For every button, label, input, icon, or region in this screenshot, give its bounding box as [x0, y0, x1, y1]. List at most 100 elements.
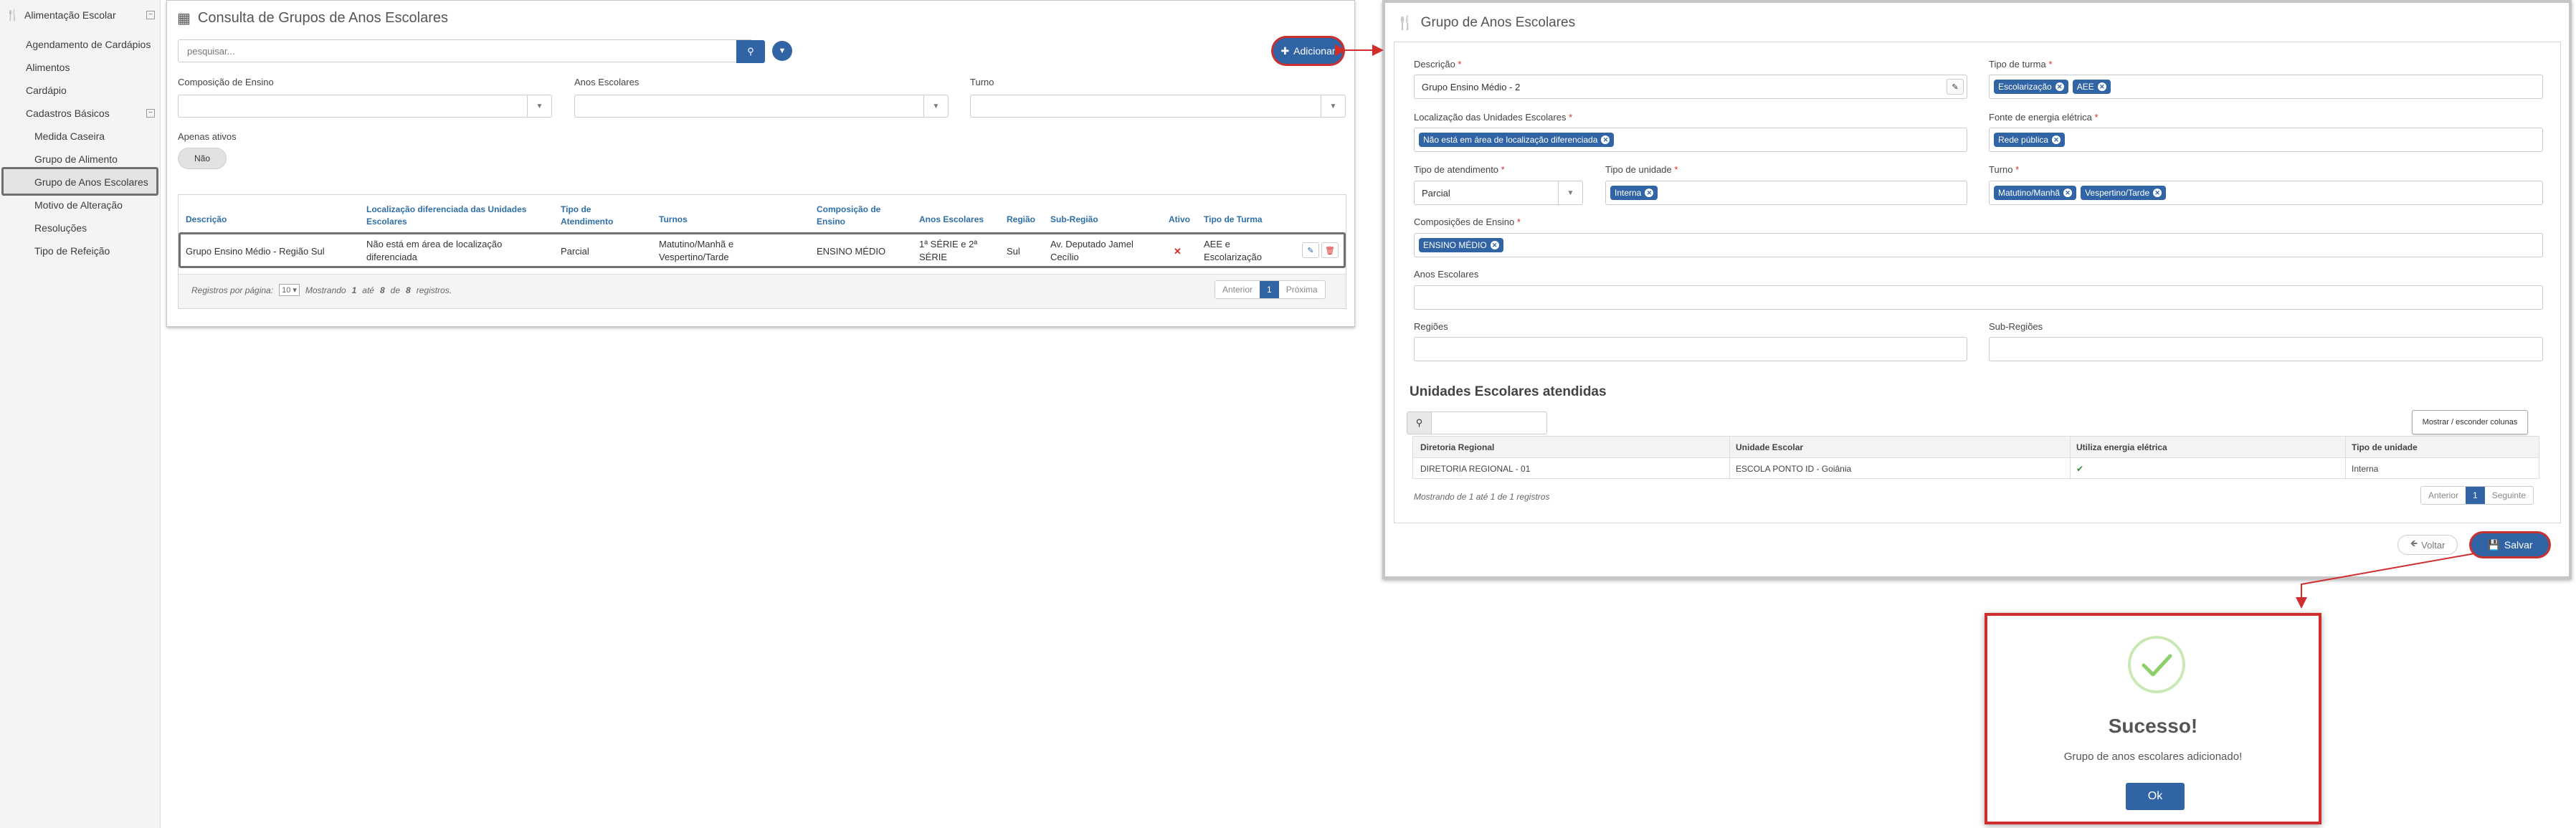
pager-page-1[interactable]: 1	[2466, 487, 2485, 504]
edit-icon[interactable]: ✎	[1947, 79, 1964, 95]
col-descricao[interactable]: Descrição	[186, 214, 227, 226]
sidebar-item-motivo-alteracao[interactable]: Motivo de Alteração	[34, 196, 123, 214]
chip-label: Interna	[1615, 188, 1642, 198]
edit-row-button[interactable]: ✎	[1302, 242, 1319, 258]
sidebar-item-medida-caseira[interactable]: Medida Caseira	[34, 128, 105, 145]
chip-escolarizacao[interactable]: Escolarização ✕	[1994, 80, 2068, 94]
col-turnos[interactable]: Turnos	[659, 214, 688, 226]
close-icon[interactable]: ✕	[1645, 189, 1654, 197]
pager-next[interactable]: Próxima	[1278, 281, 1325, 298]
chip-matutino[interactable]: Matutino/Manhã ✕	[1994, 186, 2077, 200]
sidebar-item-grupo-anos-escolares[interactable]: Grupo de Anos Escolares	[34, 173, 148, 191]
form-panel-header: 🍴 Grupo de Anos Escolares	[1397, 14, 1575, 32]
results-table: Descrição Localização diferenciada das U…	[178, 194, 1346, 309]
col-tipo-turma[interactable]: Tipo de Turma	[1204, 214, 1263, 226]
sidebar-item-tipo-refeicao[interactable]: Tipo de Refeição	[34, 242, 110, 260]
close-icon[interactable]: ✕	[2055, 82, 2064, 91]
subregioes-field[interactable]	[1989, 337, 2543, 361]
fonte-label-text: Fonte de energia elétrica	[1989, 112, 2092, 123]
descricao-field[interactable]: Grupo Ensino Médio - 2 ✎	[1414, 75, 1967, 99]
chip-ensino-medio[interactable]: ENSINO MÉDIO ✕	[1419, 238, 1503, 252]
search-button[interactable]: ⚲	[736, 40, 765, 63]
pager-page-1[interactable]: 1	[1260, 281, 1279, 298]
column-divider	[1729, 437, 1730, 480]
list-panel-title: Consulta de Grupos de Anos Escolares	[197, 10, 448, 26]
pager-prev[interactable]: Anterior	[2421, 487, 2466, 504]
salvar-button[interactable]: 💾 Salvar	[2471, 533, 2549, 556]
search-box: ⚲	[178, 39, 765, 63]
chip-interna[interactable]: Interna ✕	[1610, 186, 1658, 200]
col-tipo-unidade[interactable]: Tipo de unidade	[2352, 442, 2418, 452]
ok-button[interactable]: Ok	[2126, 783, 2185, 810]
col-composicao[interactable]: Composição de Ensino	[817, 204, 895, 228]
add-button[interactable]: ✚ Adicionar	[1273, 38, 1343, 64]
cell-turnos: Matutino/Manhã e Vespertino/Tarde	[659, 239, 734, 262]
pager-prev[interactable]: Anterior	[1215, 281, 1260, 298]
tipo-turma-field[interactable]: Escolarização ✕ AEE ✕	[1989, 75, 2543, 99]
descricao-value: Grupo Ensino Médio - 2	[1422, 81, 1521, 92]
sidebar-group-cadastros[interactable]: Cadastros Básicos −	[26, 105, 155, 122]
sidebar-item-agendamento[interactable]: Agendamento de Cardápios	[26, 36, 151, 53]
sidebar-item-grupo-alimento[interactable]: Grupo de Alimento	[34, 151, 118, 168]
filter-anos-select[interactable]: ▼	[574, 95, 949, 118]
col-localizacao[interactable]: Localização diferenciada das Unidades Es…	[366, 204, 538, 228]
col-regiao[interactable]: Região	[1007, 214, 1035, 226]
success-circle	[2128, 636, 2185, 693]
atendimento-value: Parcial	[1422, 187, 1450, 199]
chip-localizacao[interactable]: Não está em área de localização diferenc…	[1419, 133, 1615, 147]
col-energia[interactable]: Utiliza energia elétrica	[2076, 442, 2167, 452]
search-input[interactable]	[179, 40, 752, 62]
sidebar-item-resolucoes[interactable]: Resoluções	[34, 219, 87, 237]
sidebar-item-cardapio[interactable]: Cardápio	[26, 82, 67, 99]
filter-turno-select[interactable]: ▼	[970, 95, 1346, 118]
chip-label: AEE	[2076, 82, 2094, 92]
chip-aee[interactable]: AEE ✕	[2072, 80, 2111, 94]
close-icon[interactable]: ✕	[2097, 82, 2106, 91]
form-panel: 🍴 Grupo de Anos Escolares Descrição * Gr…	[1382, 0, 2572, 579]
col-atendimento[interactable]: Tipo de Atendimento	[561, 204, 632, 228]
ativos-toggle[interactable]: Não	[178, 148, 227, 169]
chip-label: Matutino/Manhã	[1998, 188, 2061, 198]
col-anos[interactable]: Anos Escolares	[919, 214, 984, 226]
collapse-icon[interactable]: −	[146, 109, 155, 118]
atendimento-select[interactable]: Parcial ▼	[1414, 181, 1583, 205]
cutlery-icon: 🍴	[1397, 16, 1414, 31]
sidebar-module-header[interactable]: 🍴 Alimentação Escolar −	[6, 7, 155, 23]
filter-composicao-select[interactable]: ▼	[178, 95, 552, 118]
close-icon[interactable]: ✕	[1601, 135, 1610, 144]
unidades-search-input[interactable]	[1432, 412, 1546, 434]
per-page-select[interactable]: 10 ▾	[279, 284, 300, 296]
col-subregiao[interactable]: Sub-Região	[1050, 214, 1098, 226]
cell-subregiao: Av. Deputado Jamel Cecílio	[1050, 239, 1133, 262]
chip-rede-publica[interactable]: Rede pública ✕	[1994, 133, 2066, 147]
regioes-label: Regiões	[1414, 321, 1448, 332]
unidades-search: ⚲	[1407, 411, 1547, 434]
regioes-field[interactable]	[1414, 337, 1967, 361]
composicoes-label: Composições de Ensino *	[1414, 216, 1521, 227]
close-icon[interactable]: ✕	[1490, 241, 1499, 249]
toggle-columns-button[interactable]: Mostrar / esconder colunas	[2412, 410, 2528, 434]
sidebar-item-alimentos[interactable]: Alimentos	[26, 59, 70, 76]
tipo-unidade-field[interactable]: Interna ✕	[1605, 181, 1967, 205]
edit-icon: ✎	[1307, 246, 1314, 255]
close-icon[interactable]: ✕	[2052, 135, 2061, 144]
close-icon[interactable]: ✕	[2153, 189, 2162, 197]
col-diretoria[interactable]: Diretoria Regional	[1420, 442, 1494, 452]
delete-row-button[interactable]: 🗑	[1321, 242, 1339, 258]
composicoes-field[interactable]: ENSINO MÉDIO ✕	[1414, 233, 2543, 257]
pager-next[interactable]: Seguinte	[2484, 487, 2534, 504]
table-footer-info: Registros por página: 10 ▾ Mostrando 1 a…	[191, 284, 452, 296]
unidades-pagination: Anterior 1 Seguinte	[2420, 486, 2534, 505]
close-icon[interactable]: ✕	[2063, 189, 2073, 197]
fonte-field[interactable]: Rede pública ✕	[1989, 128, 2543, 152]
voltar-button[interactable]: 🡸 Voltar	[2397, 535, 2458, 555]
localizacao-field[interactable]: Não está em área de localização diferenc…	[1414, 128, 1967, 152]
list-panel-header: ▦ Consulta de Grupos de Anos Escolares	[177, 9, 448, 27]
col-unidade[interactable]: Unidade Escolar	[1736, 442, 1803, 452]
chip-vespertino[interactable]: Vespertino/Tarde ✕	[2081, 186, 2167, 200]
col-ativo[interactable]: Ativo	[1169, 214, 1190, 226]
turno-field[interactable]: Matutino/Manhã ✕ Vespertino/Tarde ✕	[1989, 181, 2543, 205]
collapse-icon[interactable]: −	[146, 11, 155, 19]
anos-field[interactable]	[1414, 285, 2543, 310]
filter-button[interactable]: ▼	[772, 41, 792, 61]
